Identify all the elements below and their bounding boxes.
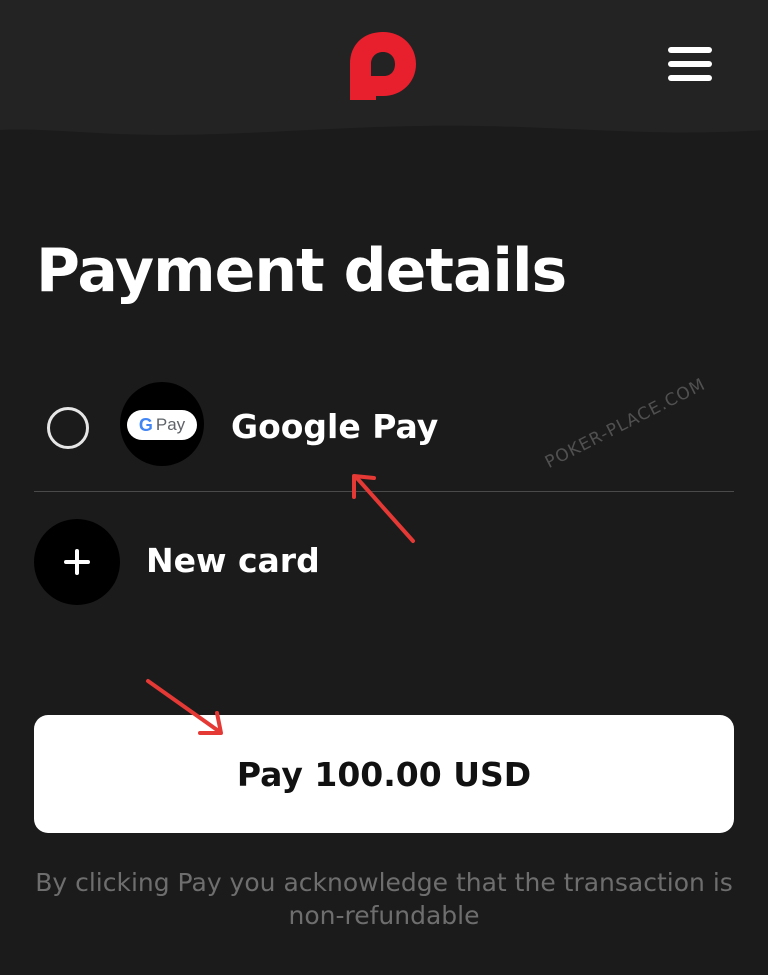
google-pay-icon: G Pay <box>120 382 204 466</box>
option-divider <box>34 491 734 492</box>
payment-option-new-card[interactable]: New card <box>34 517 734 607</box>
hamburger-menu-icon[interactable] <box>668 45 714 85</box>
plus-icon <box>34 519 120 605</box>
brand-p-logo-icon[interactable] <box>348 30 418 102</box>
new-card-label: New card <box>146 541 320 580</box>
non-refundable-disclaimer: By clicking Pay you acknowledge that the… <box>35 868 733 930</box>
pay-button[interactable]: Pay 100.00 USD <box>34 715 734 833</box>
google-pay-badge: G Pay <box>127 410 197 440</box>
google-pay-label: Google Pay <box>231 407 439 446</box>
google-g-icon: G <box>138 414 153 435</box>
google-pay-badge-text: Pay <box>155 415 186 434</box>
pay-button-label: Pay 100.00 USD <box>236 754 532 794</box>
page-title: Payment details <box>36 236 567 306</box>
payment-details-page: Payment details G Pay Google Pay New car… <box>0 0 768 975</box>
top-header <box>0 0 768 150</box>
google-pay-radio[interactable] <box>47 407 89 449</box>
